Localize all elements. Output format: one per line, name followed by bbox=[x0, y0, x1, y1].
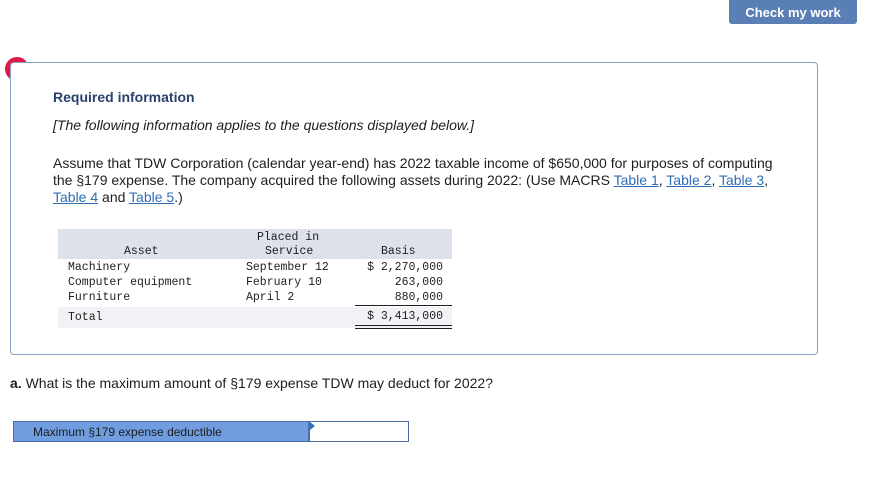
total-label: Total bbox=[68, 311, 103, 324]
row-placed: April 2 bbox=[246, 291, 295, 304]
total-double-rule bbox=[355, 325, 452, 326]
required-info-subtitle: [The following information applies to th… bbox=[53, 117, 475, 133]
table-5-link[interactable]: Table 5 bbox=[129, 189, 174, 205]
question-a: a. What is the maximum amount of §179 ex… bbox=[10, 375, 493, 391]
header-placed-line2: Service bbox=[265, 245, 314, 258]
row-placed: September 12 bbox=[246, 261, 329, 274]
check-my-work-button[interactable]: Check my work bbox=[729, 0, 857, 24]
table-4-link[interactable]: Table 4 bbox=[53, 189, 98, 205]
row-asset: Computer equipment bbox=[68, 276, 193, 289]
row-basis: 880,000 bbox=[394, 291, 443, 304]
link-separator: , bbox=[711, 172, 719, 188]
total-double-rule bbox=[355, 328, 452, 329]
header-basis: Basis bbox=[381, 245, 416, 258]
question-text: What is the maximum amount of §179 expen… bbox=[21, 375, 493, 391]
row-asset: Furniture bbox=[68, 291, 131, 304]
link-separator: and bbox=[98, 189, 130, 205]
question-prefix: a. bbox=[10, 375, 22, 391]
row-basis: 263,000 bbox=[394, 276, 443, 289]
link-separator: , bbox=[764, 172, 769, 188]
answer-label: Maximum §179 expense deductible bbox=[13, 421, 309, 442]
header-asset: Asset bbox=[124, 245, 159, 258]
row-basis: $ 2,270,000 bbox=[367, 261, 443, 274]
input-marker-icon bbox=[310, 422, 315, 430]
table-2-link[interactable]: Table 2 bbox=[666, 172, 711, 188]
required-info-title: Required information bbox=[53, 89, 195, 105]
paragraph-end: .) bbox=[174, 189, 183, 205]
row-asset: Machinery bbox=[68, 261, 131, 274]
problem-paragraph: Assume that TDW Corporation (calendar ye… bbox=[53, 155, 793, 206]
total-basis: $ 3,413,000 bbox=[367, 310, 443, 323]
table-3-link[interactable]: Table 3 bbox=[719, 172, 764, 188]
table-1-link[interactable]: Table 1 bbox=[614, 172, 659, 188]
row-placed: February 10 bbox=[246, 276, 322, 289]
answer-input[interactable] bbox=[309, 421, 409, 442]
header-placed-line1: Placed in bbox=[257, 231, 320, 244]
subtotal-rule bbox=[355, 305, 452, 306]
